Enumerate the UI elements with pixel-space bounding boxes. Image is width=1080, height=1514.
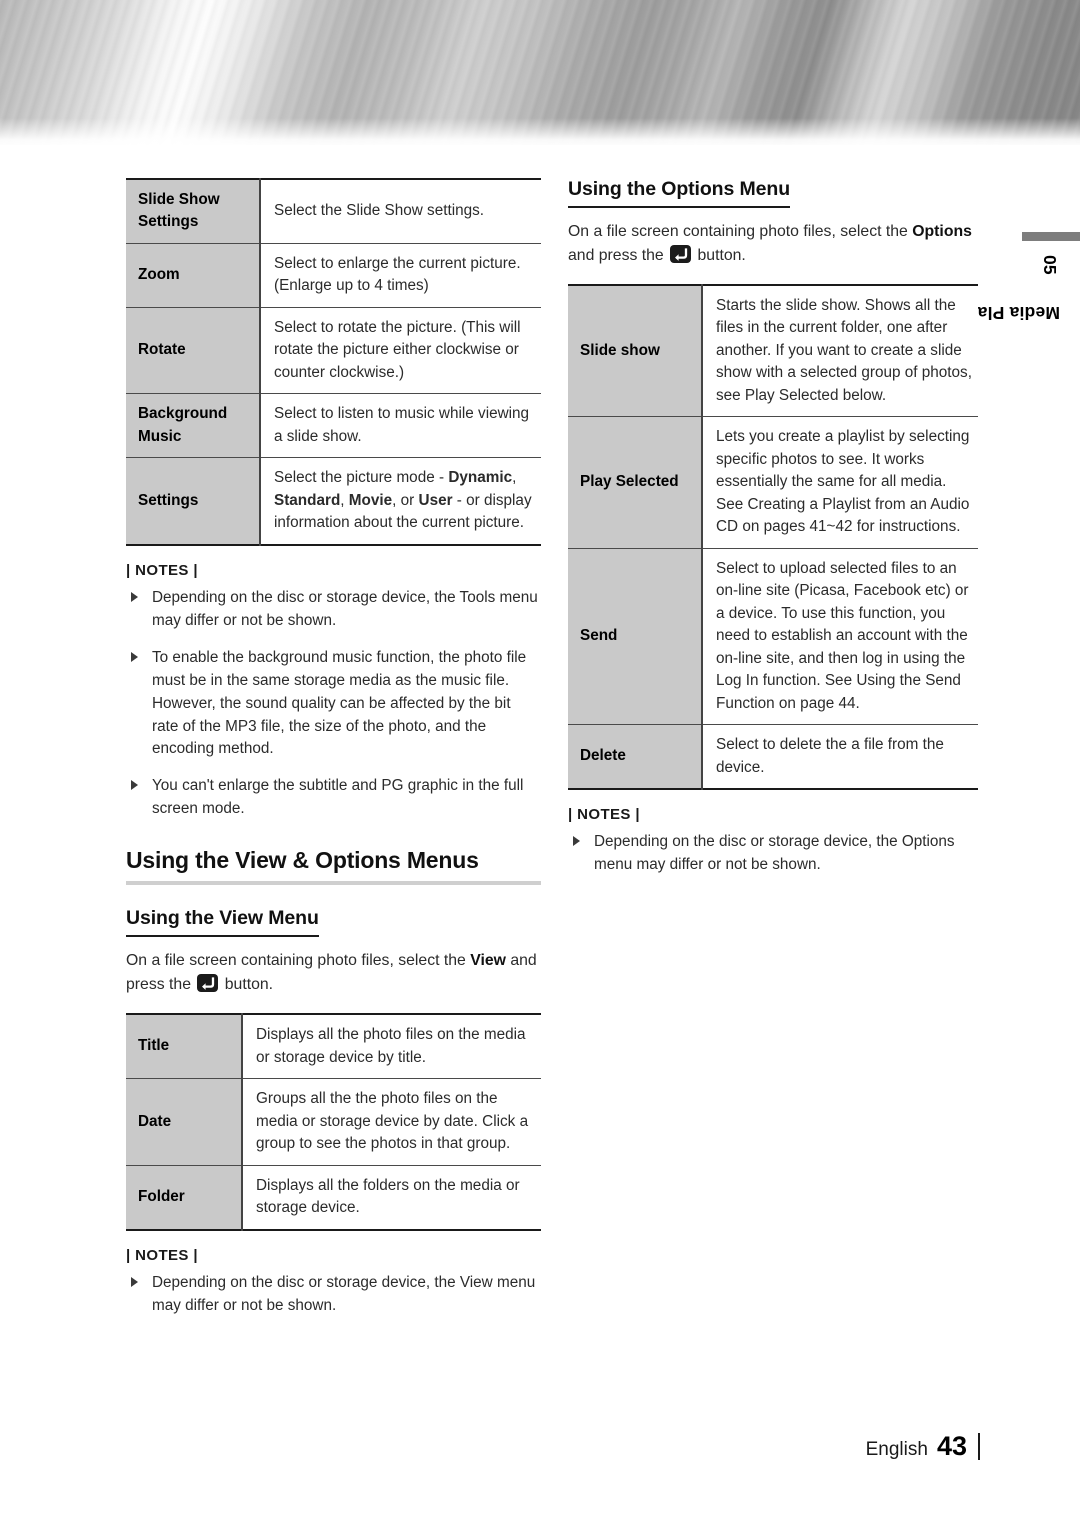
notes-list: Depending on the disc or storage device,…: [126, 587, 541, 821]
row-value: Select to delete the a file from the dev…: [702, 724, 978, 790]
row-value: Starts the slide show. Shows all the fil…: [702, 285, 978, 417]
chapter-name: Media Play: [967, 303, 1060, 323]
footer-language: English: [865, 1439, 928, 1460]
row-value: Select the picture mode - Dynamic, Stand…: [260, 457, 541, 545]
intro-text-1: On a file screen containing photo files,…: [568, 223, 913, 240]
note-item: Depending on the disc or storage device,…: [126, 587, 541, 633]
note-text: You can't enlarge the subtitle and PG gr…: [152, 777, 524, 818]
row-value: Select to rotate the picture. (This will…: [260, 307, 541, 394]
table-row: Rotate Select to rotate the picture. (Th…: [126, 307, 541, 394]
note-item: Depending on the disc or storage device,…: [568, 831, 978, 877]
intro-text-2: and press the: [568, 247, 669, 264]
notes-list: Depending on the disc or storage device,…: [568, 831, 978, 877]
triangle-bullet-icon: [573, 836, 580, 847]
row-value: Lets you create a playlist by selecting …: [702, 416, 978, 549]
chapter-tab-text: 05 Media Play: [968, 255, 1080, 323]
note-text: Depending on the disc or storage device,…: [594, 833, 955, 874]
enter-button-icon: [197, 974, 219, 993]
table-row: Send Select to upload selected files to …: [568, 548, 978, 725]
row-value: Groups all the the photo files on the me…: [242, 1078, 541, 1166]
footer-rule: [978, 1433, 980, 1460]
table-row: Zoom Select to enlarge the current pictu…: [126, 243, 541, 308]
row-label: Title: [126, 1014, 243, 1079]
tools-menu-table: Slide Show Settings Select the Slide Sho…: [126, 178, 541, 546]
row-value: Displays all the folders on the media or…: [242, 1165, 541, 1230]
row-label: Background Music: [126, 393, 261, 458]
chapter-side-tab: 05 Media Play: [968, 232, 1080, 323]
chapter-tab-label: 05 Media Play: [968, 255, 1060, 415]
options-menu-heading-wrap: Using the Options Menu: [568, 178, 978, 208]
options-menu-heading: Using the Options Menu: [568, 178, 790, 208]
intro-text-3: button.: [220, 976, 274, 994]
table-row: Play Selected Lets you create a playlist…: [568, 416, 978, 549]
table-row: Title Displays all the photo files on th…: [126, 1014, 541, 1079]
row-label: Folder: [126, 1165, 243, 1230]
row-label: Date: [126, 1078, 243, 1166]
intro-text-1: On a file screen containing photo files,…: [126, 952, 471, 970]
left-column: Slide Show Settings Select the Slide Sho…: [126, 178, 541, 1318]
section-heading: Using the View & Options Menus: [126, 847, 541, 886]
intro-bold-view: View: [470, 952, 506, 970]
triangle-bullet-icon: [131, 780, 138, 791]
triangle-bullet-icon: [131, 591, 138, 602]
note-text: Depending on the disc or storage device,…: [152, 1273, 536, 1314]
row-value: Select to listen to music while viewing …: [260, 393, 541, 458]
table-row: Date Groups all the the photo files on t…: [126, 1078, 541, 1166]
footer-page-number: 43: [936, 1431, 967, 1461]
table-row: Background Music Select to listen to mus…: [126, 393, 541, 458]
options-menu-intro: On a file screen containing photo files,…: [568, 220, 978, 268]
row-value: Select the Slide Show settings.: [260, 179, 541, 244]
view-menu-table: Title Displays all the photo files on th…: [126, 1013, 541, 1230]
table-row: Delete Select to delete the a file from …: [568, 724, 978, 790]
table-row: Folder Displays all the folders on the m…: [126, 1165, 541, 1230]
header-banner-fade: [0, 118, 1080, 148]
page-footer: English 43: [866, 1431, 980, 1462]
chapter-tab-bar: [1022, 232, 1080, 241]
row-label: Rotate: [126, 307, 261, 394]
row-value: Select to upload selected files to an on…: [702, 548, 978, 725]
note-item: Depending on the disc or storage device,…: [126, 1272, 541, 1318]
notes-heading: | NOTES |: [126, 561, 199, 579]
row-label: Settings: [126, 457, 261, 545]
row-value-text: Select the picture mode - Dynamic, Stand…: [274, 469, 532, 532]
row-label: Slide show: [568, 285, 703, 417]
right-column: Using the Options Menu On a file screen …: [568, 178, 978, 877]
row-label: Zoom: [126, 243, 261, 308]
chapter-number: 05: [1040, 255, 1060, 275]
row-label: Play Selected: [568, 416, 703, 549]
row-label: Delete: [568, 724, 703, 790]
triangle-bullet-icon: [131, 651, 138, 662]
row-label: Send: [568, 548, 703, 725]
enter-button-icon: [670, 245, 692, 263]
view-menu-heading: Using the View Menu: [126, 907, 319, 938]
notes-heading: | NOTES |: [568, 806, 641, 824]
view-menu-intro: On a file screen containing photo files,…: [126, 949, 541, 997]
note-item: To enable the background music function,…: [126, 647, 541, 762]
intro-text-3: button.: [693, 247, 746, 264]
table-row: Slide show Starts the slide show. Shows …: [568, 285, 978, 417]
note-item: You can't enlarge the subtitle and PG gr…: [126, 775, 541, 821]
note-text: To enable the background music function,…: [152, 648, 527, 758]
view-menu-heading-wrap: Using the View Menu: [126, 885, 541, 938]
note-text: Depending on the disc or storage device,…: [152, 588, 538, 629]
notes-list: Depending on the disc or storage device,…: [126, 1272, 541, 1318]
options-menu-table: Slide show Starts the slide show. Shows …: [568, 284, 978, 790]
intro-bold-options: Options: [912, 223, 972, 240]
row-value: Select to enlarge the current picture. (…: [260, 243, 541, 308]
table-row: Settings Select the picture mode - Dynam…: [126, 457, 541, 545]
table-row: Slide Show Settings Select the Slide Sho…: [126, 179, 541, 244]
triangle-bullet-icon: [131, 1276, 138, 1287]
notes-heading: | NOTES |: [126, 1246, 199, 1264]
row-value: Displays all the photo files on the medi…: [242, 1014, 541, 1079]
row-label: Slide Show Settings: [126, 179, 261, 244]
